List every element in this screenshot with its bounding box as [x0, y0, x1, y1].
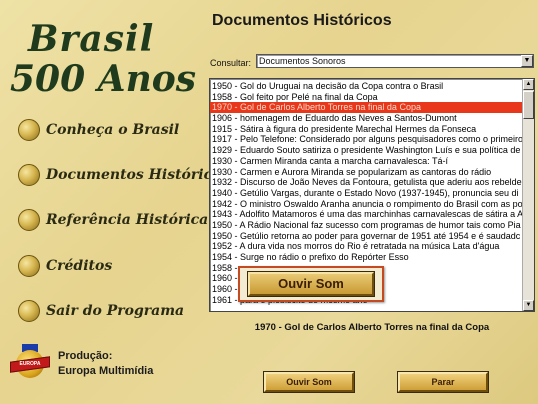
list-item[interactable]: 1930 - Carmen e Aurora Miranda se popula…: [210, 167, 524, 178]
list-item[interactable]: 1942 - O ministro Oswaldo Aranha anuncia…: [210, 199, 524, 210]
gold-bullet-icon: [18, 164, 40, 186]
chevron-down-icon[interactable]: ▼: [521, 55, 533, 67]
menu-item-documentos-historicos[interactable]: Documentos Históricos: [18, 163, 229, 187]
producer-name: Europa Multimídia: [58, 365, 154, 377]
gold-bullet-icon: [18, 255, 40, 277]
menu-item-referencia-historica[interactable]: Referência Histórica: [18, 208, 208, 232]
scroll-up-icon[interactable]: ▲: [523, 79, 534, 90]
gold-bullet-icon: [18, 209, 40, 231]
list-scrollbar[interactable]: ▲ ▼: [522, 79, 534, 311]
list-item[interactable]: 1958 - Gol feito por Pelé na final da Co…: [210, 92, 524, 103]
menu-item-label: Referência Histórica: [46, 212, 209, 228]
brand-title-line2: 500 Anos: [10, 58, 197, 100]
list-item[interactable]: 1970 - Gol de Carlos Alberto Torres na f…: [210, 102, 524, 114]
list-item[interactable]: 1917 - Pelo Telefone: Considerado por al…: [210, 134, 524, 145]
producer-credit: EUROPA Produção: Europa Multimídia: [10, 344, 153, 384]
menu-item-sair-do-programa[interactable]: Sair do Programa: [18, 299, 184, 323]
menu-item-label: Sair do Programa: [46, 303, 185, 319]
menu-item-label: Créditos: [46, 258, 113, 274]
list-item[interactable]: 1950 - Gol do Uruguai na decisão da Copa…: [210, 81, 524, 92]
brand-title-line1: Brasil: [28, 18, 155, 60]
europa-multimidia-logo: EUROPA: [10, 344, 50, 384]
play-popup: Ouvir Som: [238, 266, 384, 302]
now-playing-caption: 1970 - Gol de Carlos Alberto Torres na f…: [254, 322, 490, 333]
list-item[interactable]: 1952 - A dura vida nos morros do Rio é r…: [210, 241, 524, 252]
menu-item-creditos[interactable]: Créditos: [18, 254, 112, 278]
producer-label: Produção:: [58, 350, 113, 362]
page-title: Documentos Históricos: [212, 12, 392, 29]
consult-label: Consultar:: [210, 58, 252, 68]
play-button[interactable]: Ouvir Som: [263, 371, 355, 393]
list-item[interactable]: 1950 - Getúlio retorna ao poder para gov…: [210, 231, 524, 242]
menu-item-label: Conheça o Brasil: [46, 122, 180, 138]
stop-button[interactable]: Parar: [397, 371, 489, 393]
scroll-down-icon[interactable]: ▼: [523, 300, 534, 311]
consult-select-value: Documentos Sonoros: [259, 56, 346, 66]
list-item[interactable]: 1932 - Discurso de João Neves da Fontour…: [210, 177, 524, 188]
list-item[interactable]: 1940 - Getúlio Vargas, durante o Estado …: [210, 188, 524, 199]
list-item[interactable]: 1943 - Adolfito Matamoros é uma das marc…: [210, 209, 524, 220]
popup-play-button[interactable]: Ouvir Som: [247, 271, 375, 297]
list-item[interactable]: 1929 - Eduardo Souto satiriza o presiden…: [210, 145, 524, 156]
list-item[interactable]: 1954 - Surge no rádio o prefixo do Repór…: [210, 252, 524, 263]
list-item[interactable]: 1930 - Carmen Miranda canta a marcha car…: [210, 156, 524, 167]
list-item[interactable]: 1915 - Sátira à figura do presidente Mar…: [210, 124, 524, 135]
scroll-thumb[interactable]: [523, 91, 534, 119]
gold-bullet-icon: [18, 300, 40, 322]
list-item[interactable]: 1950 - A Rádio Nacional faz sucesso com …: [210, 220, 524, 231]
consult-select[interactable]: Documentos Sonoros ▼: [256, 54, 534, 68]
gold-bullet-icon: [18, 119, 40, 141]
menu-item-label: Documentos Históricos: [46, 167, 230, 183]
menu-item-conheca-o-brasil[interactable]: Conheça o Brasil: [18, 118, 179, 142]
list-item[interactable]: 1906 - homenagem de Eduardo das Neves a …: [210, 113, 524, 124]
